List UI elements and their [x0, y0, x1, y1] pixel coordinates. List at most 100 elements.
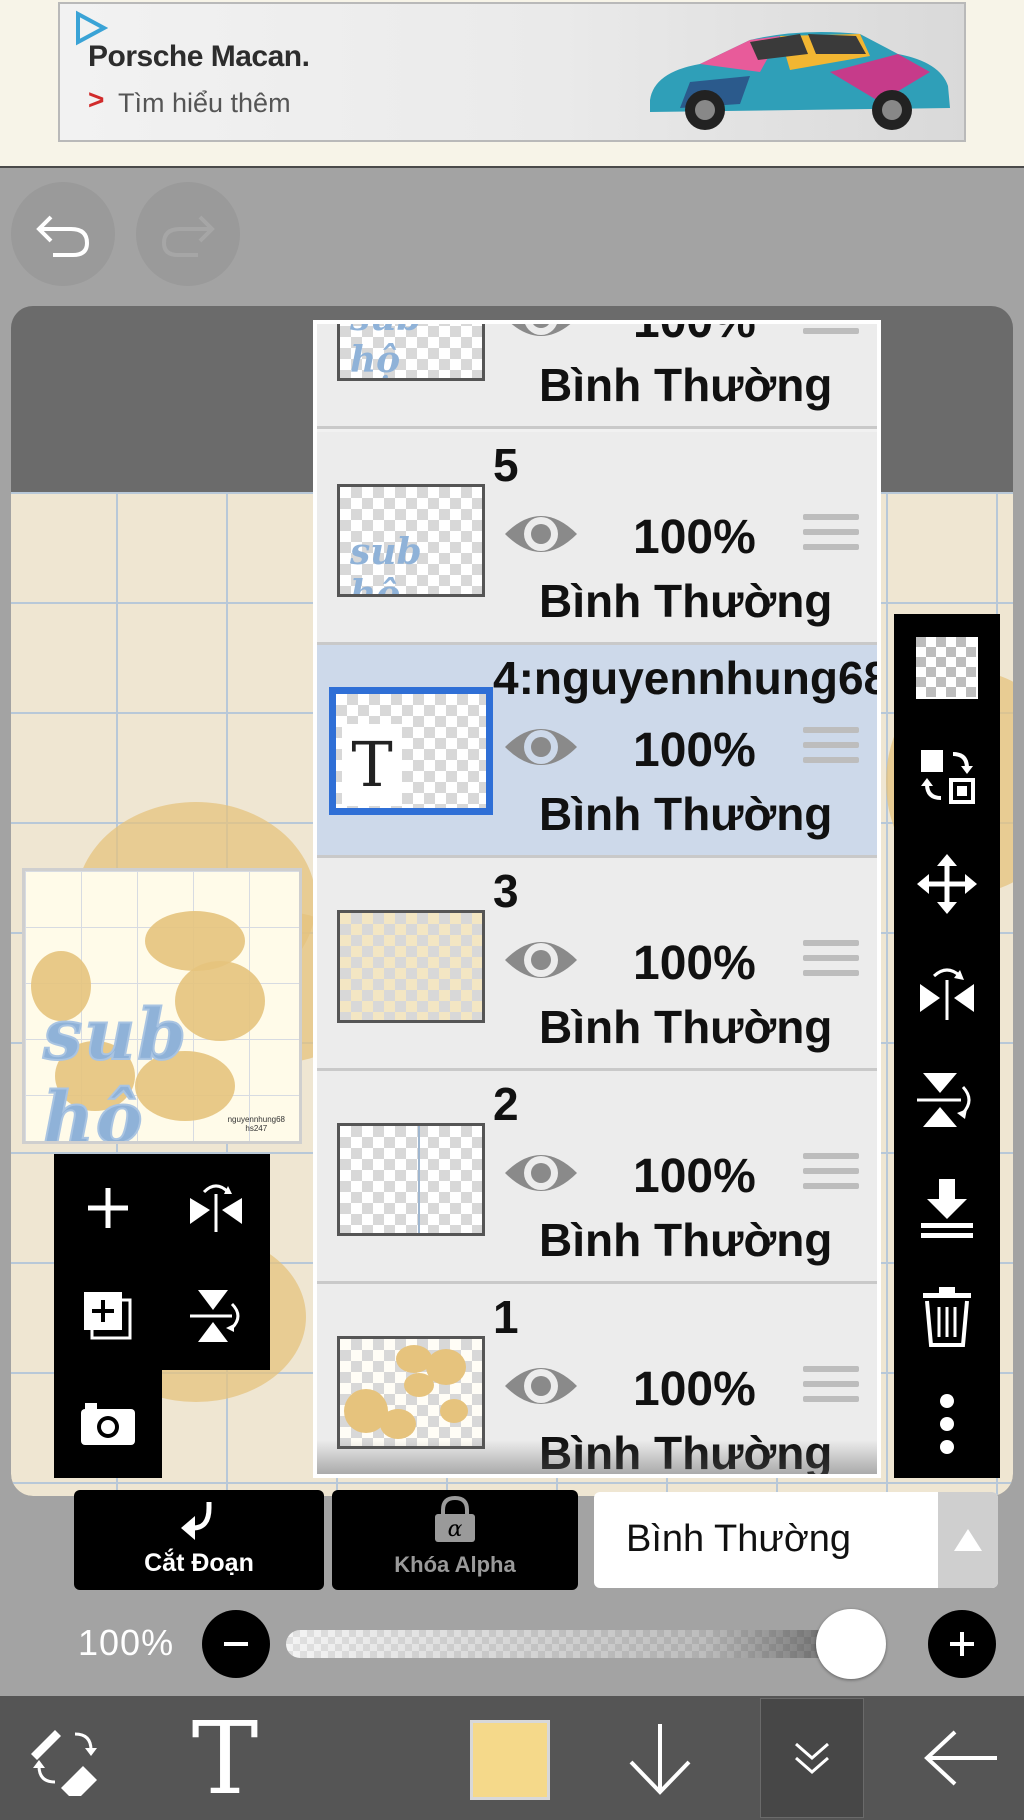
- canvas-preview[interactable]: sub hộ nguyennhung68 hs247: [22, 868, 302, 1144]
- swap-select-button[interactable]: [894, 722, 1000, 830]
- color-swatch[interactable]: [470, 1720, 550, 1800]
- layer-row[interactable]: sub hộ 100% Bình Thường: [317, 320, 877, 429]
- opacity-slider[interactable]: [286, 1630, 886, 1658]
- clipping-label: Cắt Đoạn: [144, 1549, 254, 1577]
- layer-row-selected[interactable]: T 4:nguyennhung68 100% Bình Thường: [317, 645, 877, 858]
- flip-horizontal-button[interactable]: [894, 938, 1000, 1046]
- layer-thumbnail[interactable]: [337, 1123, 485, 1236]
- layer-name: 1: [493, 1291, 519, 1343]
- redo-button[interactable]: [136, 182, 240, 286]
- merge-down-button[interactable]: [894, 1154, 1000, 1262]
- layer-thumb-text: sub hộ: [350, 324, 422, 381]
- move-button[interactable]: [894, 830, 1000, 938]
- drag-handle-icon[interactable]: [803, 514, 859, 558]
- layer-opacity: 100%: [633, 1150, 756, 1203]
- undo-button[interactable]: [11, 182, 115, 286]
- layer-blend-mode: Bình Thường: [539, 1001, 833, 1053]
- clipping-button[interactable]: Cắt Đoạn: [74, 1490, 324, 1590]
- eye-icon[interactable]: [503, 721, 579, 773]
- layer-thumb-text: sub hộ: [350, 531, 422, 597]
- down-arrow-button[interactable]: [620, 1696, 700, 1820]
- thumb-line: [418, 1126, 420, 1233]
- minus-icon: [224, 1642, 248, 1646]
- eye-icon[interactable]: [503, 1147, 579, 1199]
- text-tool-button[interactable]: T: [170, 1696, 280, 1820]
- bottom-toolbar: T: [0, 1696, 1024, 1820]
- ad-title[interactable]: Porsche Macan.: [88, 40, 310, 74]
- back-button[interactable]: [916, 1696, 1006, 1820]
- drag-handle-icon[interactable]: [803, 727, 859, 771]
- eye-icon[interactable]: [503, 934, 579, 986]
- more-options-button[interactable]: [894, 1370, 1000, 1478]
- layer-thumbnail[interactable]: [337, 1336, 485, 1449]
- drag-handle-icon[interactable]: [803, 940, 859, 984]
- add-layer-icon: [88, 1188, 128, 1228]
- transparency-button[interactable]: [894, 614, 1000, 722]
- opacity-increase-button[interactable]: [928, 1610, 996, 1678]
- svg-text:α: α: [448, 1517, 463, 1542]
- alpha-lock-button[interactable]: α Khóa Alpha: [332, 1490, 578, 1590]
- layer-blend-mode: Bình Thường: [539, 1214, 833, 1266]
- back-arrow-icon: [924, 1730, 997, 1786]
- eye-icon[interactable]: [503, 320, 579, 344]
- layer-thumbnail[interactable]: [337, 910, 485, 1023]
- layer-blend-mode: Bình Thường: [539, 359, 833, 411]
- plus-icon: [950, 1632, 974, 1656]
- camera-button[interactable]: [54, 1370, 162, 1478]
- flip-vertical-button[interactable]: [894, 1046, 1000, 1154]
- drag-handle-icon[interactable]: [803, 1153, 859, 1197]
- transparency-icon: [916, 637, 978, 699]
- flip-horizontal-icon: [190, 1184, 242, 1232]
- layer-blend-mode: Bình Thường: [539, 788, 833, 840]
- opacity-value-label: 100%: [78, 1622, 175, 1663]
- eye-icon[interactable]: [503, 1360, 579, 1412]
- drag-handle-icon[interactable]: [803, 1366, 859, 1410]
- opacity-slider-thumb[interactable]: [816, 1609, 886, 1679]
- signature-line: hs247: [245, 1124, 268, 1133]
- ad-box[interactable]: Porsche Macan. > Tìm hiểu thêm: [58, 2, 966, 142]
- duplicate-layer-button[interactable]: [54, 1262, 162, 1370]
- layer-opacity: 100%: [633, 320, 756, 348]
- more-icon: [940, 1394, 954, 1454]
- add-layer-button[interactable]: [54, 1154, 162, 1262]
- delete-layer-button[interactable]: [894, 1262, 1000, 1370]
- layer-tools-block: [54, 1154, 270, 1370]
- panel-fade: [317, 1440, 877, 1474]
- layer-row[interactable]: sub hộ 5 100% Bình Thường: [317, 432, 877, 645]
- trash-icon: [923, 1287, 971, 1347]
- layer-thumbnail[interactable]: T: [329, 687, 493, 815]
- layer-row[interactable]: 3 100% Bình Thường: [317, 858, 877, 1071]
- triangle-up-icon: [954, 1529, 982, 1551]
- layer-panel[interactable]: sub hộ 100% Bình Thường sub hộ 5 100% Bì…: [313, 320, 881, 1478]
- down-arrow-icon: [629, 1724, 691, 1795]
- layers-collapse-button[interactable]: [760, 1696, 864, 1820]
- layer-row[interactable]: 2 100% Bình Thường: [317, 1071, 877, 1284]
- flip-layer-horizontal-button[interactable]: [162, 1154, 270, 1262]
- layer-opacity: 100%: [633, 1363, 756, 1416]
- duplicate-layer-icon: [84, 1292, 132, 1340]
- blend-mode-select[interactable]: Bình Thường: [594, 1492, 998, 1588]
- flip-vertical-icon: [917, 1073, 971, 1127]
- brush-eraser-toggle[interactable]: [20, 1696, 110, 1820]
- drag-handle-icon[interactable]: [803, 324, 859, 342]
- alpha-lock-label: Khóa Alpha: [394, 1552, 516, 1577]
- eye-icon[interactable]: [503, 508, 579, 560]
- layer-thumbnail[interactable]: sub hộ: [337, 484, 485, 597]
- thumb-blob: [404, 1373, 434, 1397]
- thumb-blob: [380, 1409, 416, 1439]
- ad-learn-more-link[interactable]: Tìm hiểu thêm: [118, 88, 291, 119]
- opacity-decrease-button[interactable]: [202, 1610, 270, 1678]
- car-image[interactable]: [630, 12, 960, 140]
- merge-down-icon: [921, 1179, 973, 1238]
- camera-icon: [81, 1403, 135, 1445]
- eraser-swap-icon: [31, 1730, 97, 1796]
- flip-layer-vertical-button[interactable]: [162, 1262, 270, 1370]
- blend-mode-dropdown-button[interactable]: [938, 1492, 998, 1588]
- layer-blend-mode: Bình Thường: [539, 575, 833, 627]
- ad-link-arrow: >: [88, 84, 105, 115]
- move-icon: [917, 854, 977, 914]
- undo-icon: [36, 215, 90, 257]
- lock-icon: α: [435, 1496, 475, 1542]
- layer-opacity: 100%: [633, 511, 756, 564]
- layer-thumbnail[interactable]: sub hộ: [337, 324, 485, 381]
